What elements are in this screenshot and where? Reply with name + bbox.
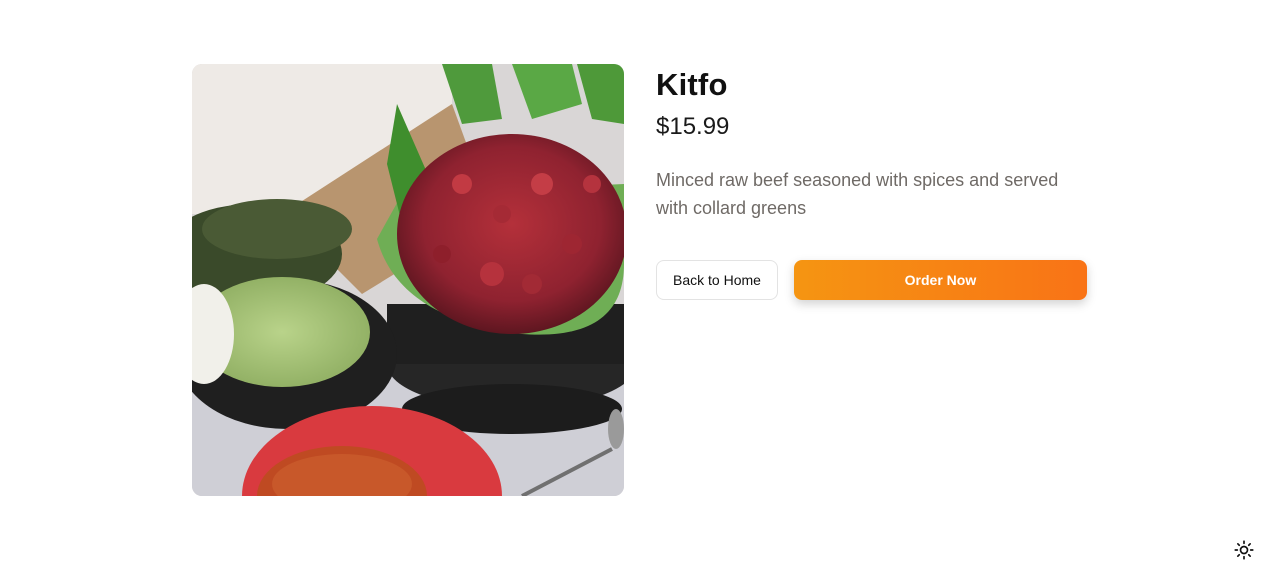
product-title: Kitfo xyxy=(656,67,728,102)
product-actions: Back to Home Order Now xyxy=(656,260,1088,300)
theme-toggle-button[interactable] xyxy=(1234,540,1254,560)
back-to-home-button[interactable]: Back to Home xyxy=(656,260,778,300)
order-now-button[interactable]: Order Now xyxy=(793,260,1087,300)
sun-icon xyxy=(1234,540,1254,560)
product-description: Minced raw beef seasoned with spices and… xyxy=(656,170,1059,218)
product-detail: Kitfo $15.99 Minced raw beef seasoned wi… xyxy=(192,64,1088,496)
product-page: Kitfo $15.99 Minced raw beef seasoned wi… xyxy=(0,0,1280,584)
product-price: $15.99 xyxy=(656,113,730,140)
product-image xyxy=(192,64,624,496)
product-info: Kitfo $15.99 Minced raw beef seasoned wi… xyxy=(656,64,1088,496)
